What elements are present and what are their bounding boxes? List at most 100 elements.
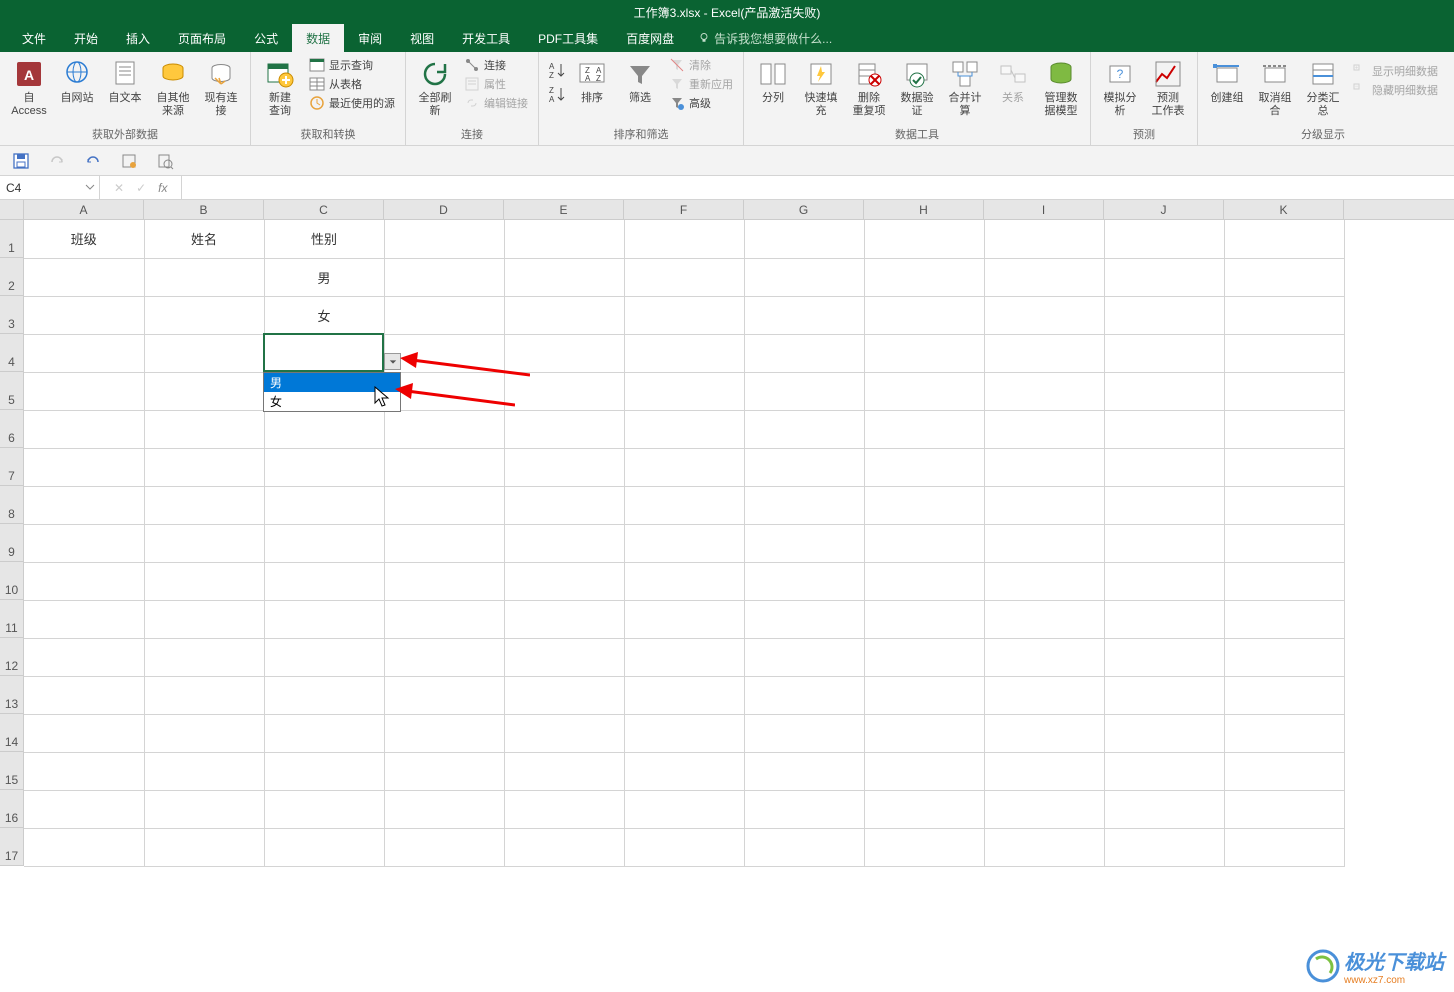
- cell-J14[interactable]: [1104, 714, 1224, 752]
- cell-C15[interactable]: [264, 752, 384, 790]
- cell-I12[interactable]: [984, 638, 1104, 676]
- cell-A14[interactable]: [24, 714, 144, 752]
- row-header-10[interactable]: 10: [0, 562, 24, 600]
- forecast-sheet-button[interactable]: 预测 工作表: [1145, 56, 1191, 118]
- cell-K10[interactable]: [1224, 562, 1344, 600]
- cell-C10[interactable]: [264, 562, 384, 600]
- cell-J5[interactable]: [1104, 372, 1224, 410]
- cell-D8[interactable]: [384, 486, 504, 524]
- cell-B5[interactable]: [144, 372, 264, 410]
- cell-D2[interactable]: [384, 258, 504, 296]
- column-header-I[interactable]: I: [984, 200, 1104, 219]
- confirm-input-icon[interactable]: ✓: [136, 181, 146, 195]
- new-query-button[interactable]: 新建 查询: [257, 56, 303, 118]
- cell-J4[interactable]: [1104, 334, 1224, 372]
- cell-F4[interactable]: [624, 334, 744, 372]
- cell-B7[interactable]: [144, 448, 264, 486]
- cell-C8[interactable]: [264, 486, 384, 524]
- cell-C16[interactable]: [264, 790, 384, 828]
- row-header-16[interactable]: 16: [0, 790, 24, 828]
- consolidate-button[interactable]: 合并计算: [942, 56, 988, 118]
- column-header-J[interactable]: J: [1104, 200, 1224, 219]
- cell-E8[interactable]: [504, 486, 624, 524]
- row-header-1[interactable]: 1: [0, 220, 24, 258]
- clear-filter-button[interactable]: 清除: [665, 56, 737, 74]
- cell-D14[interactable]: [384, 714, 504, 752]
- cell-A10[interactable]: [24, 562, 144, 600]
- cell-G13[interactable]: [744, 676, 864, 714]
- cell-D11[interactable]: [384, 600, 504, 638]
- cell-D16[interactable]: [384, 790, 504, 828]
- cell-F9[interactable]: [624, 524, 744, 562]
- cell-A5[interactable]: [24, 372, 144, 410]
- cell-H4[interactable]: [864, 334, 984, 372]
- data-model-button[interactable]: 管理数 据模型: [1038, 56, 1084, 118]
- from-text-button[interactable]: 自文本: [102, 56, 148, 105]
- cell-F16[interactable]: [624, 790, 744, 828]
- cell-H12[interactable]: [864, 638, 984, 676]
- cell-D9[interactable]: [384, 524, 504, 562]
- row-header-3[interactable]: 3: [0, 296, 24, 334]
- cell-F17[interactable]: [624, 828, 744, 866]
- cell-K7[interactable]: [1224, 448, 1344, 486]
- cell-E5[interactable]: [504, 372, 624, 410]
- row-header-12[interactable]: 12: [0, 638, 24, 676]
- cell-E16[interactable]: [504, 790, 624, 828]
- cell-H2[interactable]: [864, 258, 984, 296]
- cell-C1[interactable]: 性别: [264, 220, 384, 258]
- cell-I16[interactable]: [984, 790, 1104, 828]
- cell-J7[interactable]: [1104, 448, 1224, 486]
- tab-formulas[interactable]: 公式: [240, 24, 292, 52]
- cell-B1[interactable]: 姓名: [144, 220, 264, 258]
- cell-E13[interactable]: [504, 676, 624, 714]
- cell-C11[interactable]: [264, 600, 384, 638]
- cell-H13[interactable]: [864, 676, 984, 714]
- cell-H7[interactable]: [864, 448, 984, 486]
- validation-dropdown-list[interactable]: 男 女: [263, 372, 401, 412]
- cell-I14[interactable]: [984, 714, 1104, 752]
- whatif-button[interactable]: ? 模拟分析: [1097, 56, 1143, 118]
- from-access-button[interactable]: A 自 Access: [6, 56, 52, 118]
- tab-data[interactable]: 数据: [292, 24, 344, 52]
- cell-E12[interactable]: [504, 638, 624, 676]
- cell-B6[interactable]: [144, 410, 264, 448]
- cell-J16[interactable]: [1104, 790, 1224, 828]
- cell-F1[interactable]: [624, 220, 744, 258]
- cell-G1[interactable]: [744, 220, 864, 258]
- cell-F8[interactable]: [624, 486, 744, 524]
- cell-K17[interactable]: [1224, 828, 1344, 866]
- cell-J2[interactable]: [1104, 258, 1224, 296]
- cell-D5[interactable]: [384, 372, 504, 410]
- cell-H6[interactable]: [864, 410, 984, 448]
- tab-review[interactable]: 审阅: [344, 24, 396, 52]
- cell-F3[interactable]: [624, 296, 744, 334]
- filter-button[interactable]: 筛选: [617, 56, 663, 105]
- cell-K3[interactable]: [1224, 296, 1344, 334]
- cell-I4[interactable]: [984, 334, 1104, 372]
- cell-F14[interactable]: [624, 714, 744, 752]
- tell-me-box[interactable]: 告诉我您想要做什么...: [698, 24, 832, 52]
- reapply-button[interactable]: 重新应用: [665, 75, 737, 93]
- advanced-filter-button[interactable]: 高级: [665, 94, 737, 112]
- cell-B10[interactable]: [144, 562, 264, 600]
- row-header-7[interactable]: 7: [0, 448, 24, 486]
- cell-G14[interactable]: [744, 714, 864, 752]
- show-detail-button[interactable]: +显示明细数据: [1348, 62, 1442, 80]
- cell-E3[interactable]: [504, 296, 624, 334]
- cell-H15[interactable]: [864, 752, 984, 790]
- cell-E7[interactable]: [504, 448, 624, 486]
- from-other-button[interactable]: 自其他来源: [150, 56, 196, 118]
- cell-D10[interactable]: [384, 562, 504, 600]
- cell-A2[interactable]: [24, 258, 144, 296]
- cell-A13[interactable]: [24, 676, 144, 714]
- cell-J1[interactable]: [1104, 220, 1224, 258]
- cell-G5[interactable]: [744, 372, 864, 410]
- cell-G11[interactable]: [744, 600, 864, 638]
- cell-I8[interactable]: [984, 486, 1104, 524]
- tab-home[interactable]: 开始: [60, 24, 112, 52]
- cell-B3[interactable]: [144, 296, 264, 334]
- cell-E11[interactable]: [504, 600, 624, 638]
- row-header-9[interactable]: 9: [0, 524, 24, 562]
- cell-J17[interactable]: [1104, 828, 1224, 866]
- tab-insert[interactable]: 插入: [112, 24, 164, 52]
